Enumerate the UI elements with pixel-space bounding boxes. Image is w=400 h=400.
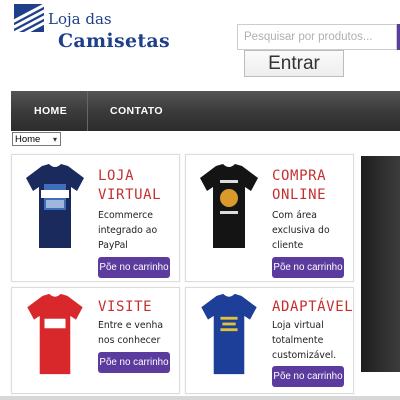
site-logo[interactable]: Loja das Camisetas (14, 4, 174, 52)
search-input[interactable] (237, 24, 397, 50)
enter-button[interactable]: Entrar (244, 50, 344, 77)
main-navbar: HOME CONTATO (11, 91, 400, 131)
add-to-cart-button[interactable]: Põe no carrinho (98, 352, 170, 373)
product-title: ADAPTÁVEL (272, 299, 354, 315)
add-to-cart-button[interactable]: Põe no carrinho (98, 257, 170, 278)
add-to-cart-button[interactable]: Põe no carrinho (272, 257, 344, 278)
nav-select[interactable]: Home ▾ (12, 132, 61, 146)
product-card: VISITE Entre e venha nos conhecer Põe no… (11, 287, 180, 394)
side-banner (361, 156, 400, 372)
product-description: Com área exclusiva do cliente (272, 210, 330, 251)
tshirt-image[interactable] (198, 162, 260, 250)
logo-mark-icon (14, 4, 44, 32)
product-title: LOJA VIRTUAL (98, 168, 162, 203)
product-title: COMPRA ONLINE (272, 168, 327, 203)
nav-item-home[interactable]: HOME (34, 91, 67, 131)
product-card: LOJA VIRTUAL Ecommerce integrado ao PayP… (11, 154, 180, 282)
chevron-down-icon: ▾ (52, 135, 57, 144)
logo-text-line2: Camisetas (58, 30, 171, 52)
add-to-cart-button[interactable]: Põe no carrinho (272, 366, 344, 387)
nav-divider (87, 91, 88, 131)
tshirt-image[interactable] (198, 292, 260, 376)
product-description: Ecommerce integrado ao PayPal (98, 210, 158, 251)
nav-select-value: Home (15, 133, 41, 145)
product-description: Entre e venha nos conhecer (98, 320, 164, 346)
logo-text-line1: Loja das (48, 10, 112, 28)
product-description: Loja virtual totalmente customizável. (272, 320, 337, 361)
tshirt-image[interactable] (24, 292, 86, 376)
footer-divider (0, 396, 400, 400)
product-card: ADAPTÁVEL Loja virtual totalmente custom… (185, 287, 354, 394)
product-card: COMPRA ONLINE Com área exclusiva do clie… (185, 154, 354, 282)
tshirt-image[interactable] (24, 162, 86, 250)
product-title: VISITE (98, 299, 153, 315)
nav-item-contact[interactable]: CONTATO (110, 91, 163, 131)
